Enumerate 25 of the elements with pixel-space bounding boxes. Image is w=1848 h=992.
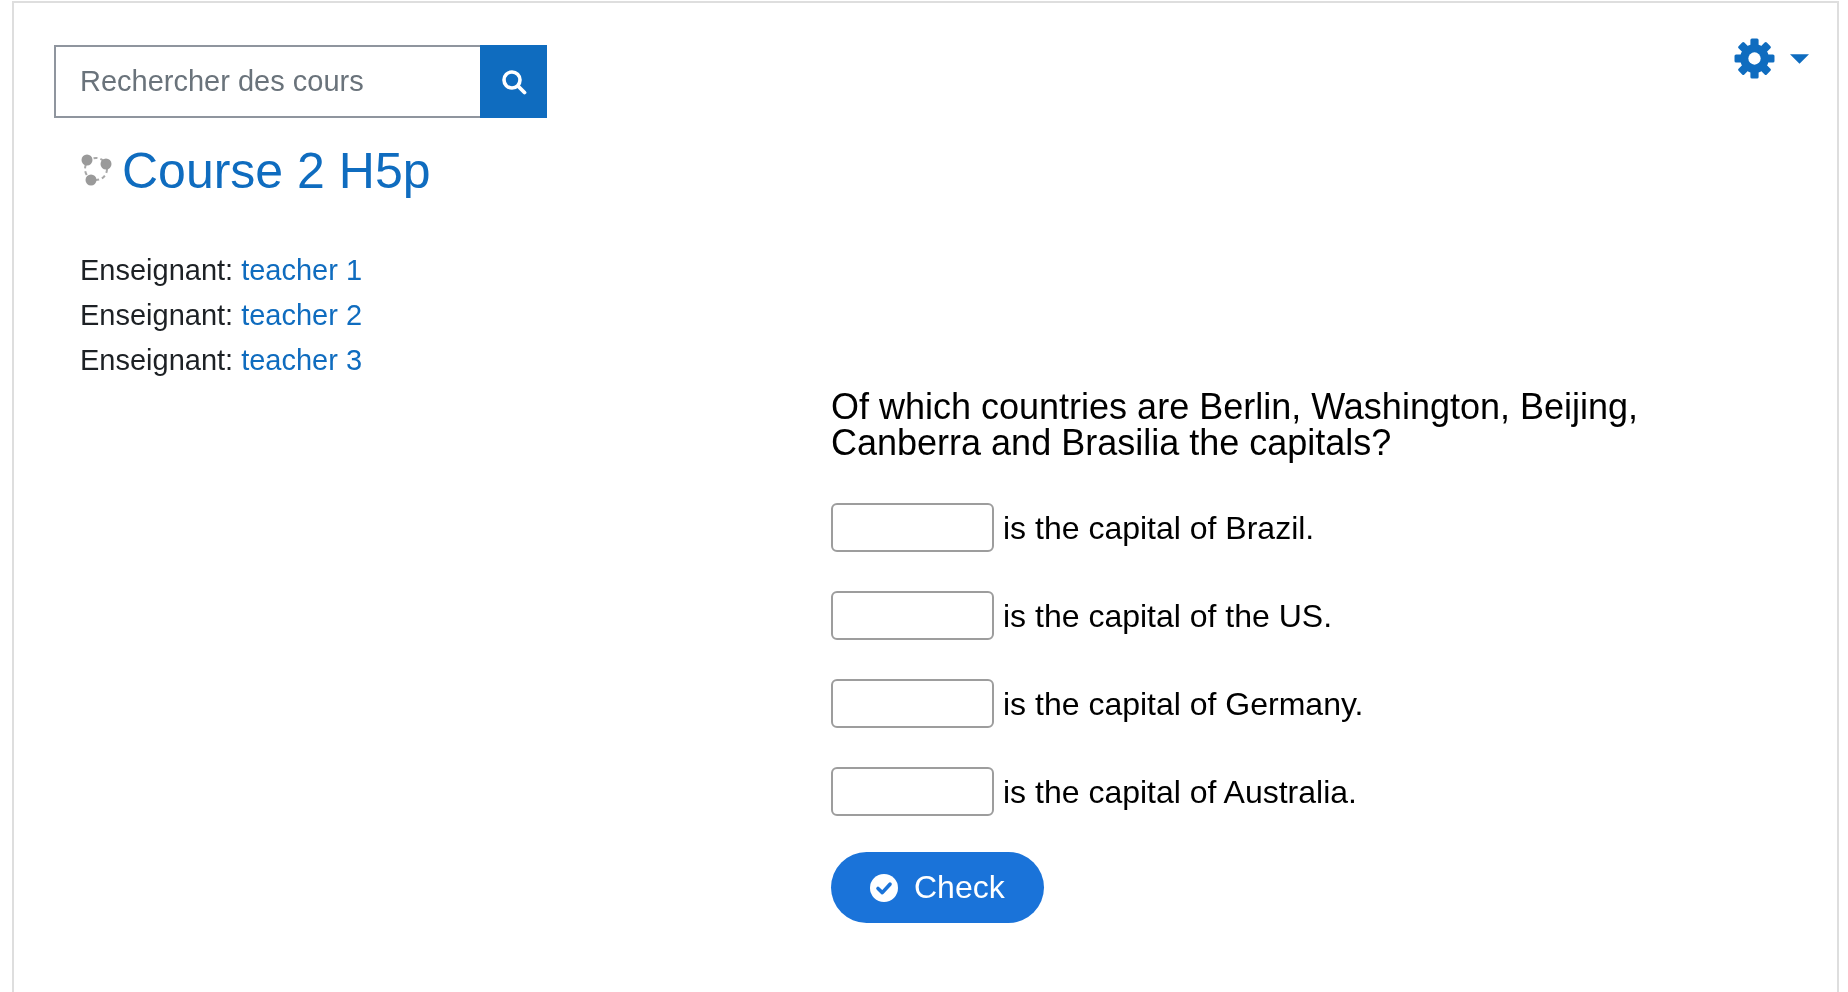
teacher-link[interactable]: teacher 3 — [241, 344, 363, 376]
teacher-role-label: Enseignant: — [80, 344, 234, 376]
dots-ring-icon — [80, 152, 112, 186]
course-title-link[interactable]: Course 2 H5p — [122, 141, 431, 201]
teacher-link[interactable]: teacher 1 — [241, 254, 363, 286]
search-field[interactable]: Rechercher des cours — [54, 45, 480, 118]
answer-box[interactable] — [831, 679, 994, 728]
blank-sentence: is the capital of Brazil. — [1003, 508, 1315, 548]
gear-icon — [1734, 38, 1775, 79]
blank-sentence: is the capital of the US. — [1003, 596, 1333, 636]
settings-menu-button[interactable] — [1734, 38, 1809, 79]
search-icon — [500, 68, 527, 95]
question-text: Of which countries are Berlin, Washington, Beijing, Canberra and Brasilia the capitals? — [831, 389, 1640, 461]
teacher-role-label: Enseignant: — [80, 254, 234, 286]
teacher-link[interactable]: teacher 2 — [241, 299, 363, 331]
answer-box[interactable] — [831, 503, 994, 552]
search-button[interactable] — [480, 45, 547, 118]
teacher-role-label: Enseignant: — [80, 299, 234, 331]
check-circle-icon — [870, 873, 898, 902]
answer-box[interactable] — [831, 591, 994, 640]
blank-sentence: is the capital of Australia. — [1003, 772, 1357, 812]
blank-sentence: is the capital of Germany. — [1003, 684, 1364, 724]
caret-icon — [1790, 53, 1809, 64]
answer-box[interactable] — [831, 767, 994, 816]
check-button[interactable]: Check — [831, 852, 1044, 923]
